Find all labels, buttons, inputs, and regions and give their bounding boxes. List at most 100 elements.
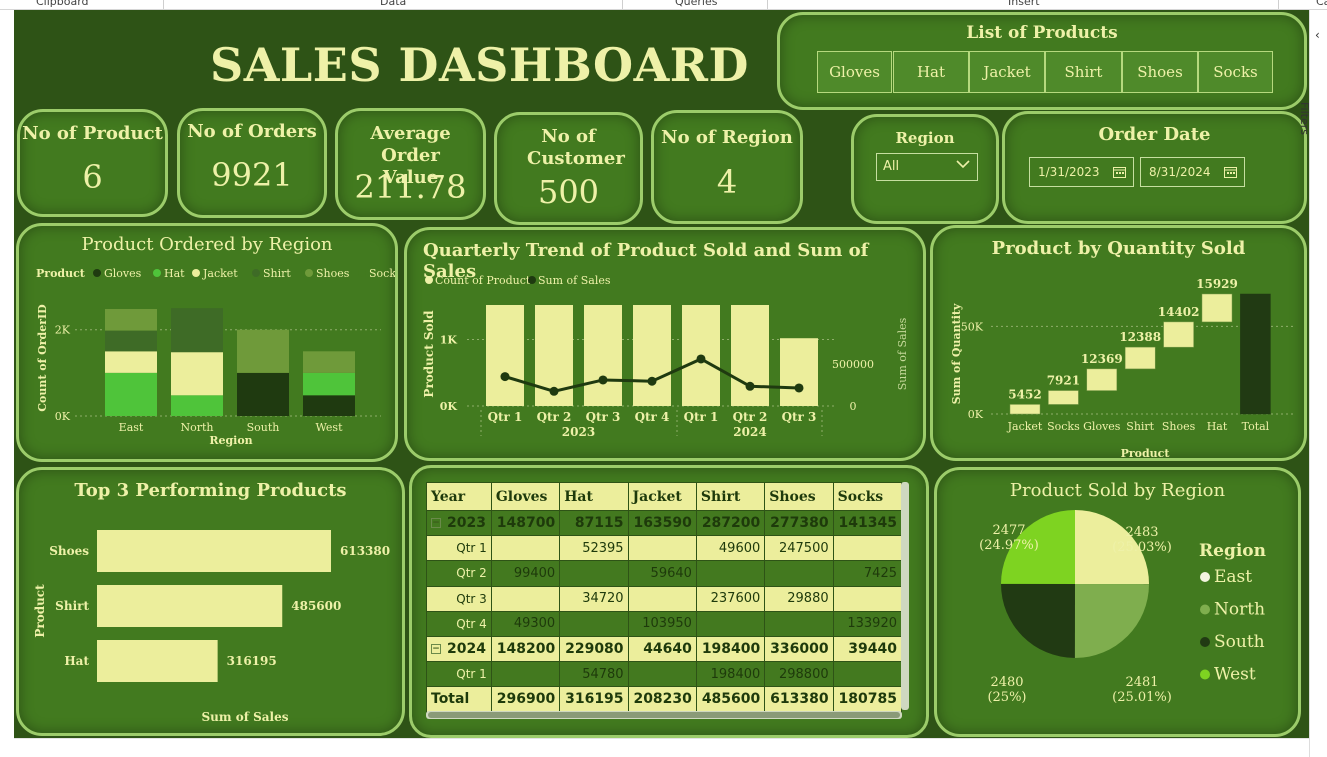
collapse-icon[interactable]: − <box>431 518 441 529</box>
start-date-input[interactable]: 1/31/2023 <box>1029 157 1134 187</box>
table-cell <box>490 661 561 688</box>
table-row[interactable]: −2024 148200 229080 44640 198400 336000 39440 <box>426 635 903 663</box>
legend-label: North <box>1214 600 1265 620</box>
table-header-row: Year Gloves Hat Jacket Shirt Shoes Socks <box>426 482 903 511</box>
table-cell <box>627 585 697 612</box>
legend-label: Shirt <box>263 267 291 280</box>
top3-products-chart[interactable]: Shoes 613380 Shirt 485600 Hat 316195 Sum of Sa… <box>19 470 402 733</box>
table-cell <box>559 610 629 637</box>
scrollbar-thumb[interactable] <box>428 712 900 718</box>
table-cell <box>559 560 629 587</box>
kpi-card-avg-order: Average Order Value 211.78 <box>335 108 486 220</box>
horizontal-scrollbar[interactable] <box>426 711 902 719</box>
collapse-icon[interactable]: − <box>431 644 441 655</box>
data-label: 7921 <box>1047 374 1080 388</box>
table-cell: 103950 <box>627 610 697 637</box>
row-label-text: Qtr 1 <box>456 541 487 556</box>
bar-segment <box>105 309 157 331</box>
quarterly-trend-chart[interactable]: Count of Product Sum of Sales0K1K0500000Q… <box>407 230 923 458</box>
product-button-hat[interactable]: Hat <box>893 51 969 93</box>
y2-axis-label: Sum of Sales <box>896 317 909 390</box>
row-label: Qtr 2 <box>426 560 492 587</box>
ribbon-group-calculations[interactable]: Ca <box>1316 0 1327 8</box>
table-cell <box>490 535 561 562</box>
y2-tick-label: 500000 <box>832 358 874 371</box>
y-axis-label: Sum of Quantity <box>950 303 963 404</box>
product-button-socks[interactable]: Socks <box>1198 51 1273 93</box>
table-cell <box>490 585 561 612</box>
table-cell <box>627 661 697 688</box>
sales-matrix-table[interactable]: Year Gloves Hat Jacket Shirt Shoes Socks −2023… <box>426 482 903 713</box>
row-label-text: Total <box>431 691 470 708</box>
product-button-shirt[interactable]: Shirt <box>1045 51 1122 93</box>
ribbon-group-clipboard[interactable]: Clipboard <box>36 0 89 8</box>
legend-marker <box>1200 669 1210 680</box>
legend-marker <box>358 269 366 277</box>
column-header[interactable]: Hat <box>559 482 629 511</box>
table-cell: 298800 <box>764 661 834 688</box>
table-row[interactable]: −2023 148700 87115 163590 287200 277380 141345 <box>426 509 903 537</box>
ribbon-group-insert[interactable]: Insert <box>1008 0 1040 8</box>
ribbon-group-queries[interactable]: Queries <box>675 0 717 8</box>
table-cell: 34720 <box>559 585 629 612</box>
bar <box>97 585 283 627</box>
column-header[interactable]: Socks <box>832 482 903 511</box>
quantity-waterfall-chart[interactable]: 0K 50K 5452 Jacket 7921 Socks 12369 Gloves 12388… <box>933 228 1304 458</box>
legend-marker <box>528 276 536 284</box>
kpi-value: 6 <box>82 158 103 196</box>
table-row[interactable]: Total 296900 316195 208230 485600 613380 18078… <box>426 686 903 713</box>
kpi-title: No of Orders <box>187 121 317 142</box>
total-bar <box>1240 293 1271 415</box>
pie-slice <box>1074 584 1149 658</box>
kpi-card-products: No of Product 6 <box>17 109 168 217</box>
column-header[interactable]: Year <box>426 482 492 511</box>
row-label-text: Qtr 1 <box>456 667 487 682</box>
bar <box>584 304 622 406</box>
table-row[interactable]: Qtr 3 34720 237600 29880 <box>426 585 903 612</box>
column-header[interactable]: Shirt <box>695 482 766 511</box>
y-axis-label: Count of OrderID <box>36 304 49 412</box>
product-button-shoes[interactable]: Shoes <box>1122 51 1198 93</box>
column-header[interactable]: Jacket <box>627 482 697 511</box>
region-slicer-title: Region <box>895 129 955 147</box>
ribbon-group-data[interactable]: Data <box>380 0 406 8</box>
filters-pane-collapsed[interactable]: ‹ Filters <box>1298 10 1327 757</box>
sales-point <box>745 381 755 391</box>
bar-segment <box>171 395 223 416</box>
chevron-left-icon[interactable]: ‹ <box>1315 28 1320 42</box>
legend-title: Product <box>36 267 86 280</box>
table-row[interactable]: Qtr 1 52395 49600 247500 <box>426 535 903 562</box>
y-tick-label: 1K <box>440 334 458 347</box>
region-stacked-chart[interactable]: Product Gloves Hat Jacket Shirt Shoes Socks 0K 2… <box>19 226 395 459</box>
product-button-jacket[interactable]: Jacket <box>969 51 1045 93</box>
column-header[interactable]: Shoes <box>764 482 834 511</box>
y-tick-label: 50K <box>961 320 984 333</box>
end-date-input[interactable]: 8/31/2024 <box>1140 157 1245 187</box>
kpi-card-regions: No of Region 4 <box>651 110 803 224</box>
region-pie-chart[interactable]: 2483(25.03%) 2481(25.01%) 2480(25%) 2477(24… <box>937 470 1298 734</box>
product-button-gloves[interactable]: Gloves <box>817 51 892 93</box>
table-cell: 180785 <box>832 686 903 713</box>
y-axis-label: Product <box>33 584 47 638</box>
table-row[interactable]: Qtr 4 49300 103950 133920 <box>426 610 903 637</box>
slice-percent-label: (25.01%) <box>1112 690 1172 705</box>
table-cell: 287200 <box>695 509 766 537</box>
y-axis-label: Product Sold <box>422 310 436 398</box>
x-tick-label: North <box>180 421 213 434</box>
table-row[interactable]: Qtr 1 54780 198400 298800 <box>426 661 903 688</box>
vertical-scrollbar[interactable] <box>901 482 909 710</box>
y2-tick-label: 0 <box>850 400 857 413</box>
table-cell <box>695 560 766 587</box>
table-cell: 87115 <box>559 509 629 537</box>
app-window: Clipboard Data Queries Insert Ca SALES D… <box>0 0 1327 757</box>
date-slicer-title: Order Date <box>1098 124 1211 145</box>
sales-point <box>549 386 559 396</box>
row-label: Qtr 4 <box>426 610 492 637</box>
region-dropdown[interactable]: All <box>876 153 978 181</box>
column-header[interactable]: Gloves <box>490 482 561 511</box>
legend-label: West <box>1214 665 1256 685</box>
y-tick-label: Hat <box>64 654 89 668</box>
table-cell: 148700 <box>490 509 561 537</box>
table-row[interactable]: Qtr 2 99400 59640 7425 <box>426 560 903 587</box>
row-label: Total <box>426 686 492 713</box>
